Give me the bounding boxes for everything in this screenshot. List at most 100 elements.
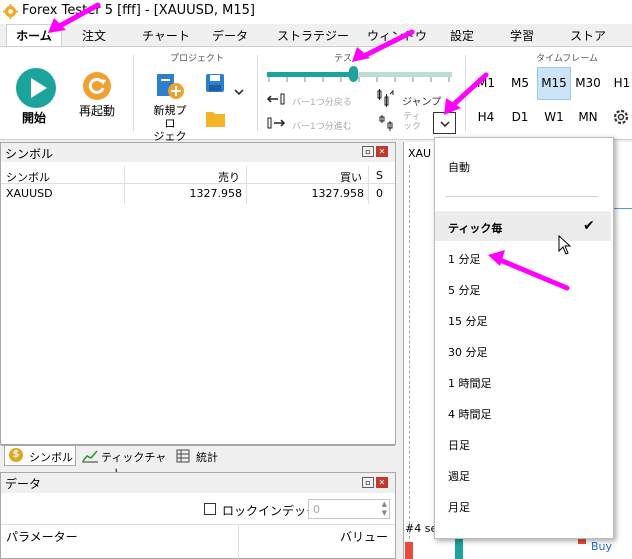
table-row-symbol[interactable]: XAUUSD [6,187,53,200]
column-divider [238,525,239,559]
dropdown-separator [446,196,598,197]
tick-mode-icon[interactable] [378,113,396,133]
column-divider [368,166,369,204]
column-header-symbol[interactable]: シンボル [6,169,50,185]
tab-learning[interactable]: 学習 [510,27,534,44]
timeframe-m30-button[interactable]: M30 [572,76,604,90]
table-row-s[interactable]: 0 [376,187,383,200]
column-header-parameter[interactable]: パラメーター [6,528,78,545]
timeframe-m5-button[interactable]: M5 [504,76,536,90]
dropdown-item-auto[interactable]: 自動 [448,159,470,175]
table-row-sell[interactable]: 1327.958 [170,187,243,200]
open-folder-icon[interactable] [205,108,227,128]
dropdown-item-daily[interactable]: 日足 [448,437,470,453]
column-header-value[interactable]: バリュー [340,528,388,545]
dropdown-item-monthly[interactable]: 月足 [448,499,470,515]
lock-index-checkbox[interactable] [204,503,216,515]
tab-data[interactable]: データ [212,27,248,44]
start-label[interactable]: 開始 [22,109,46,126]
ribbon-separator [257,55,258,131]
timeframe-d1-button[interactable]: D1 [504,110,536,124]
candle-bar [405,542,413,559]
tab-strategy[interactable]: ストラテジー [277,27,349,44]
tab-statistics-label: 統計 [196,451,218,464]
tab-symbol-label: シンボル [29,451,73,464]
table-row-buy[interactable]: 1327.958 [292,187,365,200]
tab-tick-chart[interactable]: ティックチャート [80,446,172,480]
symbol-panel-title: シンボル [5,147,54,161]
tick-dropdown-button[interactable] [433,112,456,134]
dropdown-item-15min[interactable]: 15 分足 [448,313,488,329]
dropdown-item-weekly[interactable]: 週足 [448,468,470,484]
gear-icon[interactable] [612,108,630,126]
chart-tab-label[interactable]: XAU [408,147,431,160]
test-speed-slider-handle[interactable] [349,66,358,82]
tab-chart[interactable]: チャート [142,27,190,44]
dropdown-item-1min[interactable]: 1 分足 [448,251,481,267]
timeframe-m1-button[interactable]: M1 [470,76,502,90]
new-project-label-line1: 新規プロ [153,104,187,130]
restore-icon[interactable]: ▫ [362,477,374,488]
bar-back-icon[interactable] [266,92,286,106]
tab-store[interactable]: ストア [570,27,606,44]
lock-index-input[interactable]: 0 ▲ ▼ [308,499,390,519]
buy-marker-label: Buy [591,540,613,553]
tick-mode-label[interactable]: ティ ック [403,112,421,132]
data-table-divider [1,524,395,525]
tab-settings[interactable]: 設定 [450,27,474,44]
timeframe-group-title: タイムフレーム [536,54,599,64]
table-icon [176,449,190,463]
bar-back-button[interactable]: バー1つ分戻る [292,95,352,108]
data-panel-title: データ [5,477,42,491]
test-speed-ticks [268,77,450,82]
bar-forward-button[interactable]: バー1つ分進む [292,119,352,132]
chevron-down-icon[interactable] [234,88,244,96]
tab-symbol[interactable]: $ シンボル [4,446,76,466]
chart-status-text: #4 se [405,522,438,535]
new-project-icon[interactable] [155,72,185,102]
timeframe-m15-button[interactable]: M15 [538,76,570,90]
coin-icon: $ [9,448,23,462]
ribbon-separator [133,55,134,131]
column-header-buy[interactable]: 買い [322,169,362,185]
chevron-down-icon [440,121,450,127]
candle-bar [455,537,463,559]
app-logo-icon [3,4,18,19]
dropdown-item-1hour[interactable]: 1 時間足 [448,375,492,391]
save-icon[interactable] [205,73,225,93]
tab-statistics[interactable]: 統計 [176,446,236,466]
dropdown-item-every-tick[interactable]: ティック毎 [448,220,502,236]
close-icon[interactable]: ✕ [376,146,388,157]
tab-home[interactable]: ホーム [6,24,62,47]
restart-icon[interactable] [82,71,112,101]
timeframe-mn-button[interactable]: MN [572,110,604,124]
bar-forward-icon[interactable] [266,116,286,130]
timeframe-h1-button[interactable]: H1 [606,76,632,90]
timeframe-w1-button[interactable]: W1 [538,110,570,124]
column-divider [124,166,125,204]
tick-mode-label-line1: ティ [403,112,421,122]
line-chart-icon [82,450,98,463]
window-title: Forex Tester 5 [fff] - [XAUUSD, M15] [22,3,255,18]
timeframe-h4-button[interactable]: H4 [470,110,502,124]
start-button[interactable] [15,67,57,109]
dropdown-item-5min[interactable]: 5 分足 [448,282,481,298]
close-icon[interactable]: ✕ [376,477,388,488]
dropdown-item-4hour[interactable]: 4 時間足 [448,406,492,422]
restart-button[interactable]: 再起動 [79,102,115,119]
jump-icon[interactable] [376,88,396,108]
column-header-s[interactable]: S [376,169,383,182]
ribbon-separator [465,55,466,131]
jump-button[interactable]: ジャンプ [402,93,441,108]
chart-gridline [409,165,410,539]
column-header-sell[interactable]: 売り [200,169,240,185]
column-divider [246,166,247,204]
tick-mode-label-line2: ック [403,122,422,132]
tab-order[interactable]: 注文 [82,27,106,44]
dropdown-item-30min[interactable]: 30 分足 [448,344,488,360]
restore-icon[interactable]: ▫ [362,146,374,157]
lock-index-value: 0 [313,503,320,516]
tab-window[interactable]: ウィンドウ [367,27,427,44]
data-panel-header [1,473,395,493]
stepper-arrows-icon[interactable]: ▲ ▼ [382,500,387,518]
